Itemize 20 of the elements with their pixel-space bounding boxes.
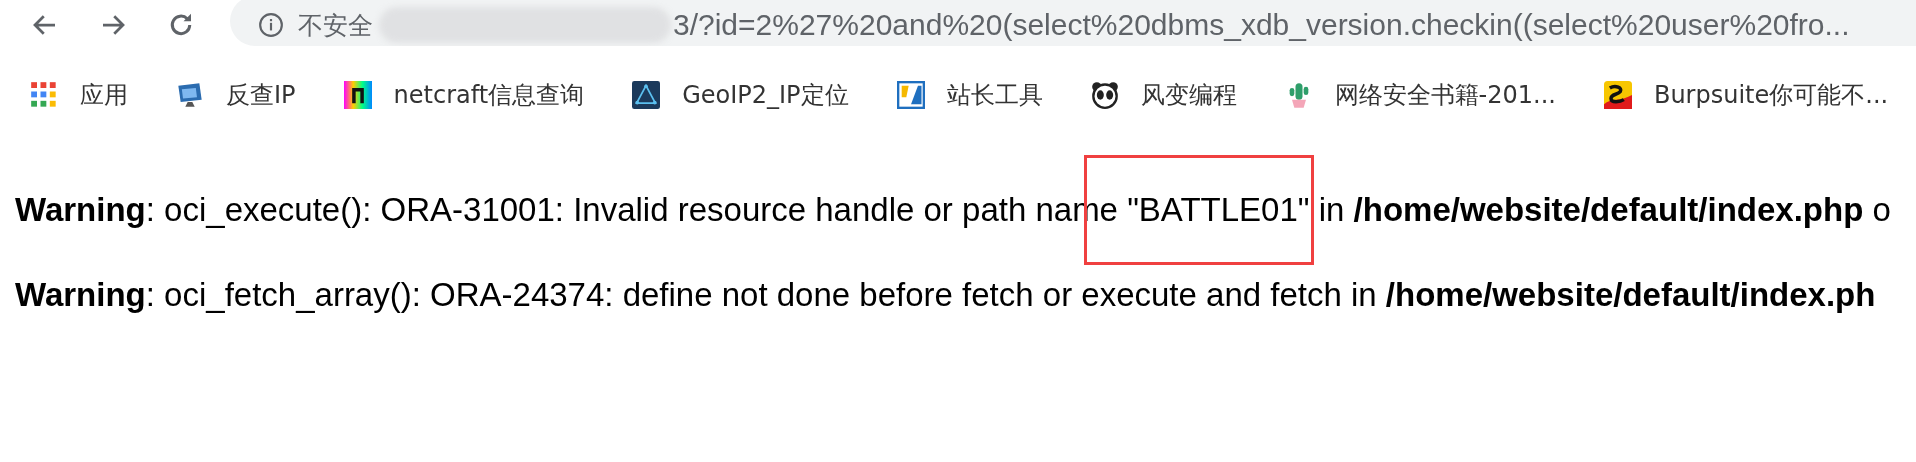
tiles-logo-icon (896, 81, 925, 109)
apps-icon (30, 81, 58, 109)
gradient-logo-icon (343, 81, 372, 109)
security-label: 不安全 (298, 9, 373, 41)
warning-message: Warning: oci_fetch_array(): ORA-24374: define not done before fetch or execute and fetch in /home/website/default/index.ph (15, 275, 1877, 315)
bookmark[interactable]: Burpsuite你可能不... (1603, 79, 1889, 111)
bookmark[interactable]: 风变编程 (1090, 79, 1237, 111)
bookmark[interactable]: netcraft信息查询 (343, 79, 585, 111)
bookmark[interactable]: 站长工具 (896, 79, 1043, 111)
info-icon[interactable] (258, 12, 284, 38)
bookmark[interactable]: 反查IP (176, 79, 296, 111)
url-text: 3/?id=2%27%20and%20(select%20dbms_xdb_version.checkin((select%20user%20fro... (673, 8, 1850, 42)
triangle-logo-icon (632, 81, 661, 109)
address-bar[interactable]: 不安全 3/?id=2%27%20and%20(select%20dbms_xdb_version.checkin((select%20user%20fro... (230, 0, 1916, 46)
snake-logo-icon (1603, 81, 1632, 109)
monitor-icon (176, 81, 204, 109)
bookmark[interactable]: GeoIP2_IP定位 (632, 79, 849, 111)
bookmark[interactable]: 网络安全书籍-201... (1284, 79, 1556, 111)
panda-icon (1090, 81, 1119, 109)
bookmark[interactable]: 应用 (30, 79, 128, 111)
